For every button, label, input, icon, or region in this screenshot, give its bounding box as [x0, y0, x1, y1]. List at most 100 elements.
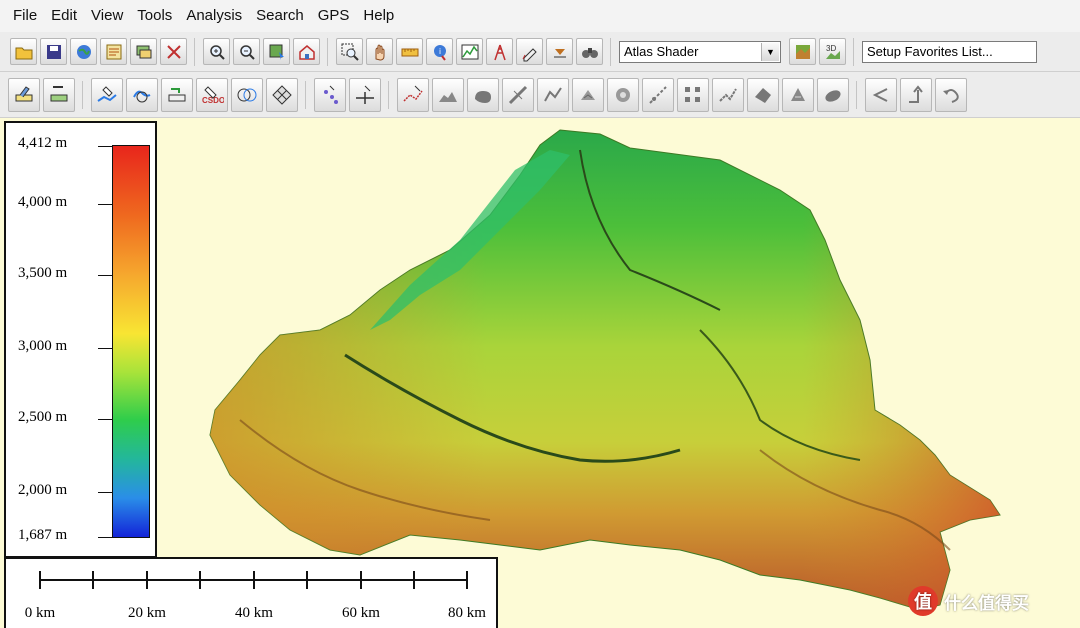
angle-icon[interactable]	[865, 77, 897, 112]
global-mapper-window: File Edit View Tools Analysis Search GPS…	[0, 0, 1080, 628]
crop-icon[interactable]	[572, 77, 604, 112]
menu-gps[interactable]: GPS	[311, 0, 357, 32]
3d-view-icon[interactable]: 3D	[819, 38, 846, 65]
combine-areas-icon[interactable]	[231, 77, 263, 112]
legend-tick	[98, 419, 112, 420]
chevron-down-icon[interactable]: ▼	[761, 42, 779, 61]
dropdown-icon[interactable]	[546, 38, 573, 65]
draw-feature-icon[interactable]	[126, 77, 158, 112]
legend-tick	[98, 146, 112, 147]
svg-text:i: i	[439, 47, 441, 56]
ellipse-icon[interactable]	[817, 77, 849, 112]
legend-tick	[98, 204, 112, 205]
tower-icon[interactable]	[486, 38, 513, 65]
zoom-out-icon[interactable]	[233, 38, 260, 65]
zoom-rect-icon[interactable]	[336, 38, 363, 65]
split-line-icon[interactable]	[161, 77, 193, 112]
svg-text:3D: 3D	[826, 44, 836, 53]
menu-edit[interactable]: Edit	[44, 0, 84, 32]
scale-tick	[92, 571, 94, 589]
shape-blob-icon[interactable]	[467, 77, 499, 112]
scale-tick	[360, 571, 362, 589]
zoom-in-icon[interactable]	[203, 38, 230, 65]
digitizer-toolbar: CSDO	[0, 72, 1080, 118]
edit-line-icon[interactable]	[43, 77, 75, 112]
polyline-icon[interactable]	[712, 77, 744, 112]
save-icon[interactable]	[40, 38, 67, 65]
favorites-select-value: Setup Favorites List...	[867, 44, 993, 59]
scale-tick	[146, 571, 148, 589]
home-icon[interactable]	[293, 38, 320, 65]
path-profile-icon[interactable]	[456, 38, 483, 65]
elevation-legend: 4,412 m 4,000 m 3,500 m 3,000 m 2,500 m …	[4, 121, 157, 558]
menu-analysis[interactable]: Analysis	[179, 0, 249, 32]
digitize-icon[interactable]	[516, 38, 543, 65]
legend-label-3000: 3,000 m	[18, 338, 68, 354]
legend-label-min: 1,687 m	[18, 527, 68, 543]
legend-label-3500: 3,500 m	[18, 265, 68, 281]
measure-icon[interactable]	[396, 38, 423, 65]
scale-tick	[199, 571, 201, 589]
legend-label-4000: 4,000 m	[18, 194, 68, 210]
scale-tick	[39, 571, 41, 589]
download-data-icon[interactable]	[263, 38, 290, 65]
globe-icon[interactable]	[70, 38, 97, 65]
menu-help[interactable]: Help	[356, 0, 401, 32]
open-folder-icon[interactable]	[10, 38, 37, 65]
shader-select[interactable]: Atlas Shader ▼	[619, 40, 781, 63]
legend-label-max: 4,412 m	[18, 135, 68, 151]
measure-path-icon[interactable]	[642, 77, 674, 112]
nodes-icon[interactable]	[677, 77, 709, 112]
legend-tick	[98, 348, 112, 349]
menu-search[interactable]: Search	[249, 0, 311, 32]
info-icon[interactable]: i	[426, 38, 453, 65]
point-feature-icon[interactable]	[314, 77, 346, 112]
color-ramp-bar	[112, 145, 150, 538]
digitize-line-icon[interactable]	[91, 77, 123, 112]
map-catalog-icon[interactable]	[100, 38, 127, 65]
scale-label-20: 20 km	[128, 605, 166, 621]
menu-bar: File Edit View Tools Analysis Search GPS…	[0, 0, 1080, 32]
fill-icon[interactable]	[607, 77, 639, 112]
legend-tick	[98, 275, 112, 276]
scale-label-80: 80 km	[448, 605, 486, 621]
shader-select-value: Atlas Shader	[624, 44, 699, 59]
legend-label-2500: 2,500 m	[18, 409, 68, 425]
legend-tick	[98, 537, 112, 538]
favorites-select[interactable]: Setup Favorites List...	[862, 40, 1037, 63]
terrain-shading	[210, 130, 1000, 610]
scale-bar: 0 km 20 km 40 km 60 km 80 km	[4, 557, 498, 628]
grid-icon[interactable]	[266, 77, 298, 112]
layer-control-icon[interactable]	[130, 38, 157, 65]
line-cross-icon[interactable]	[349, 77, 381, 112]
scale-tick	[253, 571, 255, 589]
scale-tick	[466, 571, 468, 589]
pan-hand-icon[interactable]	[366, 38, 393, 65]
menu-view[interactable]: View	[84, 0, 130, 32]
legend-label-2000: 2,000 m	[18, 482, 68, 498]
tools-icon[interactable]	[160, 38, 187, 65]
arrow-up-icon[interactable]	[900, 77, 932, 112]
path-tool-icon[interactable]	[502, 77, 534, 112]
route-icon[interactable]	[537, 77, 569, 112]
undo-curve-icon[interactable]	[935, 77, 967, 112]
watermark: 值 什么值得买	[908, 586, 1029, 616]
terrain-slice-icon[interactable]	[432, 77, 464, 112]
watermark-text: 什么值得买	[944, 593, 1029, 613]
scale-label-60: 60 km	[342, 605, 380, 621]
watermark-logo: 值	[908, 586, 938, 616]
scale-tick	[413, 571, 415, 589]
main-toolbar: i Atlas Shader ▼ 3D Setup Favorites List…	[0, 32, 1080, 72]
scale-label-0: 0 km	[24, 605, 56, 621]
elevation-map[interactable]	[160, 120, 1080, 628]
edit-area-icon[interactable]	[8, 77, 40, 112]
menu-file[interactable]: File	[6, 0, 44, 32]
shader-color-icon[interactable]	[789, 38, 816, 65]
rotate-icon[interactable]	[782, 77, 814, 112]
binoculars-icon[interactable]	[576, 38, 603, 65]
cutout-icon[interactable]	[747, 77, 779, 112]
menu-tools[interactable]: Tools	[130, 0, 179, 32]
vertex-edit-icon[interactable]	[397, 77, 429, 112]
legend-tick	[98, 492, 112, 493]
csv-export-icon[interactable]: CSDO	[196, 77, 228, 112]
